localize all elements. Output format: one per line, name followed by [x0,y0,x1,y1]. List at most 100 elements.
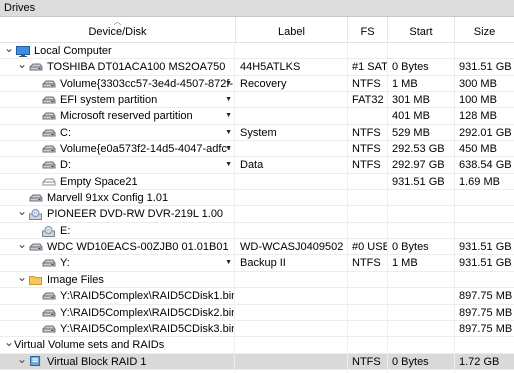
optical-drive-icon [42,225,55,237]
device-cell[interactable]: ⌄ Virtual Block RAID 1 [0,353,235,370]
device-cell[interactable]: Y:\RAID5Complex\RAID5CDisk2.bin [0,304,235,321]
size-cell: 931.51 GB [459,257,512,270]
device-cell[interactable]: Y:\RAID5Complex\RAID5CDisk1.bin [0,288,235,305]
dropdown-arrow-icon[interactable]: ▼ [225,92,232,108]
dropdown-arrow-icon[interactable]: ▼ [225,141,232,157]
tree-row[interactable]: ⌄ Local Computer [0,43,514,60]
hard-drive-icon [42,309,56,316]
tree-row[interactable]: E: [0,222,514,240]
device-name: Microsoft reserved partition [60,110,193,123]
tree-row[interactable]: ⌄ WDC WD10EACS-00ZJB0 01.01B01 WD-WCASJ040… [0,239,514,256]
device-cell[interactable]: Volume{e0a573f2-14d5-4047-adfc- ▼ [0,141,235,158]
column-header-device[interactable]: ︿ Device/Disk [0,17,236,43]
fs-cell: NTFS [348,255,388,272]
column-header-start[interactable]: Start [388,17,455,43]
start-cell [388,288,455,305]
size-cell: 450 MB [459,143,497,156]
hard-drive-icon [42,112,56,120]
expand-chevron-icon[interactable]: ⌄ [17,239,27,255]
label-cell [236,141,348,158]
size-cell [455,190,514,206]
device-cell[interactable]: Marvell 91xx Config 1.01 [0,190,235,207]
tree-row[interactable]: ⌄ Image Files [0,271,514,289]
device-cell[interactable]: D: ▼ [0,157,235,174]
start-cell [388,206,455,223]
device-cell[interactable]: ⌄ Virtual Volume sets and RAIDs [0,337,235,354]
device-name: Y:\RAID5Complex\RAID5CDisk3.bin [60,322,235,335]
expand-chevron-icon[interactable]: ⌄ [17,59,27,75]
hard-drive-icon [42,129,56,137]
tree-row[interactable]: Y:\RAID5Complex\RAID5CDisk2.bin 897.75 MB [0,304,514,321]
fs-cell: NTFS [348,141,388,158]
size-cell: 897.75 MB [459,306,513,319]
dropdown-arrow-icon[interactable]: ▼ [225,76,232,92]
tree-row[interactable]: Volume{3303cc57-3e4d-4507-872f- ▼ Recovery… [0,75,514,93]
expand-chevron-icon[interactable]: ⌄ [17,206,27,222]
tree-row[interactable]: Y:\RAID5Complex\RAID5CDisk3.bin 897.75 MB [0,320,514,338]
sort-ascending-icon: ︿ [113,17,122,26]
tree-row[interactable]: Empty Space21 931.51 GB 1.69 MB [0,173,514,191]
dropdown-arrow-icon[interactable]: ▼ [225,108,232,124]
device-name: Volume{3303cc57-3e4d-4507-872f- [60,77,234,90]
tree-row[interactable]: EFI system partition ▼ FAT32 301 MB 100 MB [0,92,514,109]
device-name: Marvell 91xx Config 1.01 [47,192,169,205]
device-cell[interactable]: ⌄ TOSHIBA DT01ACA100 MS2OA750 [0,59,235,76]
hard-drive-icon [42,96,56,104]
device-cell[interactable]: ⌄ PIONEER DVD-RW DVR-219L 1.00 [0,206,235,223]
tree-row[interactable]: Y:\RAID5Complex\RAID5CDisk1.bin 897.75 MB [0,288,514,305]
device-tree-grid[interactable]: ⌄ Local Computer ⌄ TOSHIBA DT01ACA100 MS2OA… [0,43,514,373]
label-cell: Data [236,157,348,174]
tree-row[interactable]: Volume{e0a573f2-14d5-4047-adfc- ▼ NTFS 292.… [0,141,514,158]
hard-drive-icon [42,325,56,333]
dropdown-arrow-icon[interactable]: ▼ [225,255,232,271]
raid-volume-icon [30,355,41,366]
column-header-label[interactable]: Label [236,17,348,43]
tree-row[interactable]: ⌄ Virtual Block RAID 1 NTFS 0 Bytes 1.72 GB [0,353,514,370]
start-cell [388,222,455,239]
empty-space-icon [42,178,56,186]
tree-row[interactable]: Marvell 91xx Config 1.01 [0,190,514,207]
device-cell[interactable]: Microsoft reserved partition ▼ [0,108,235,125]
fs-cell [348,206,388,223]
size-cell: 897.75 MB [459,322,513,335]
size-cell [455,43,514,59]
device-cell[interactable]: Volume{3303cc57-3e4d-4507-872f- ▼ [0,75,235,92]
size-cell: 300 MB [459,77,497,90]
size-cell [455,272,514,288]
label-cell [236,108,348,125]
tree-row[interactable]: Microsoft reserved partition ▼ 401 MB 128 M… [0,108,514,125]
device-cell[interactable]: EFI system partition ▼ [0,92,235,109]
column-header-size[interactable]: Size [455,17,514,43]
expand-chevron-icon[interactable]: ⌄ [17,354,27,370]
device-cell[interactable]: ⌄ Image Files [0,271,235,288]
expand-chevron-icon[interactable]: ⌄ [17,272,27,288]
tree-row[interactable]: ⌄ Virtual Volume sets and RAIDs [0,337,514,354]
label-cell [236,271,348,288]
label-cell [236,353,348,370]
device-cell[interactable]: ⌄ Local Computer [0,43,235,59]
device-cell[interactable]: Y:\RAID5Complex\RAID5CDisk3.bin [0,320,235,337]
tree-row[interactable]: ⌄ TOSHIBA DT01ACA100 MS2OA750 44H5ATLKS #1 … [0,59,514,76]
start-cell [388,190,455,207]
tree-row[interactable]: Y: ▼ Backup II NTFS 1 MB 931.51 GB [0,255,514,272]
tree-row[interactable]: ⌄ PIONEER DVD-RW DVR-219L 1.00 [0,206,514,223]
fs-cell: #0 USB (... [348,239,388,256]
device-cell[interactable]: Empty Space21 [0,173,235,190]
tree-row[interactable]: D: ▼ Data NTFS 292.97 GB 638.54 GB [0,157,514,174]
column-header-fs[interactable]: FS [348,17,388,43]
tree-row[interactable]: C: ▼ System NTFS 529 MB 292.01 GB [0,124,514,142]
device-name: E: [60,224,71,237]
expand-chevron-icon[interactable]: ⌄ [4,337,14,353]
device-cell[interactable]: E: [0,222,235,239]
label-cell: Recovery [236,75,348,92]
size-cell [455,337,514,353]
device-name: Local Computer [34,45,112,57]
device-cell[interactable]: C: ▼ [0,124,235,141]
dropdown-arrow-icon[interactable]: ▼ [225,125,232,141]
device-cell[interactable]: ⌄ WDC WD10EACS-00ZJB0 01.01B01 [0,239,235,256]
device-cell[interactable]: Y: ▼ [0,255,235,272]
expand-chevron-icon[interactable]: ⌄ [4,43,14,59]
start-cell: 0 Bytes [388,59,455,76]
fs-cell [348,304,388,321]
dropdown-arrow-icon[interactable]: ▼ [225,157,232,173]
